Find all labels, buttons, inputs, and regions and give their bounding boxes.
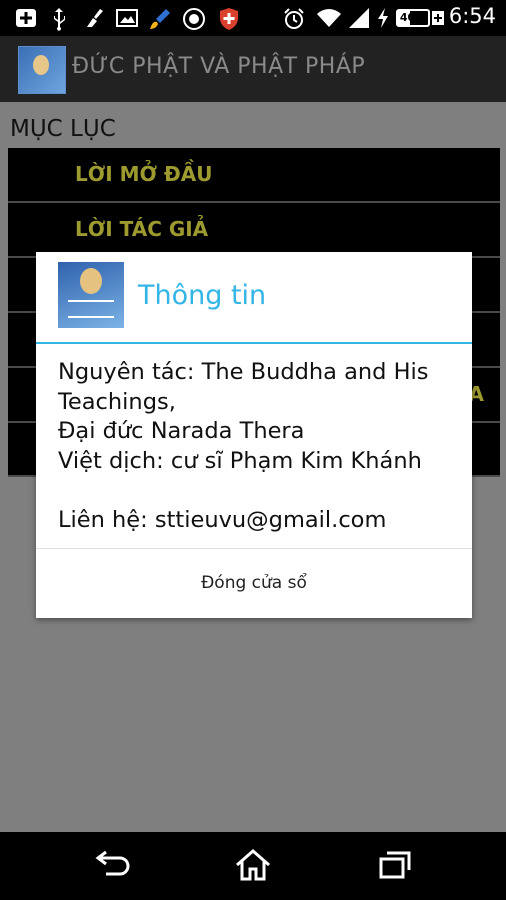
app-icon[interactable] [18,46,66,94]
list-item[interactable]: LỜI TÁC GIẢ [8,203,500,258]
wifi-icon [317,9,341,27]
status-bar: 40% 6:54 [0,0,506,36]
home-icon[interactable] [234,848,272,882]
list-item-label: LỜI MỞ ĐẦU [75,162,213,186]
clock: 6:54 [448,4,496,28]
toc-heading: MỤC LỤC [10,116,116,142]
app-title: ĐỨC PHẬT VÀ PHẬT PHÁP [72,54,366,79]
battery-plus-icon [432,11,444,25]
info-dialog: Thông tin Nguyên tác: The Buddha and His… [36,252,472,618]
dialog-header: Thông tin [36,252,472,344]
battery-percent: 40% [399,11,427,24]
alarm-icon [284,8,304,29]
recent-apps-icon[interactable] [378,850,412,880]
battery-icon: 40% [396,9,430,27]
dialog-title: Thông tin [138,280,267,311]
compass-icon [183,8,205,30]
dialog-message: Nguyên tác: The Buddha and His Teachings… [58,359,429,533]
usb-icon [54,8,65,31]
close-window-button[interactable]: Đóng cửa sổ [36,549,472,618]
navigation-bar [0,832,506,900]
shield-plus-icon [220,8,238,30]
book-cover-icon [58,262,124,328]
signal-icon [349,8,369,28]
list-item-label: LỜI TÁC GIẢ [75,217,209,241]
broom-icon [87,9,103,27]
back-icon[interactable] [94,850,132,880]
brush-icon [150,9,170,29]
add-notification-icon [16,9,36,27]
image-icon [116,9,138,27]
charging-icon [378,8,388,28]
list-item[interactable]: LỜI MỞ ĐẦU [8,148,500,203]
action-bar: ĐỨC PHẬT VÀ PHẬT PHÁP [0,36,506,102]
